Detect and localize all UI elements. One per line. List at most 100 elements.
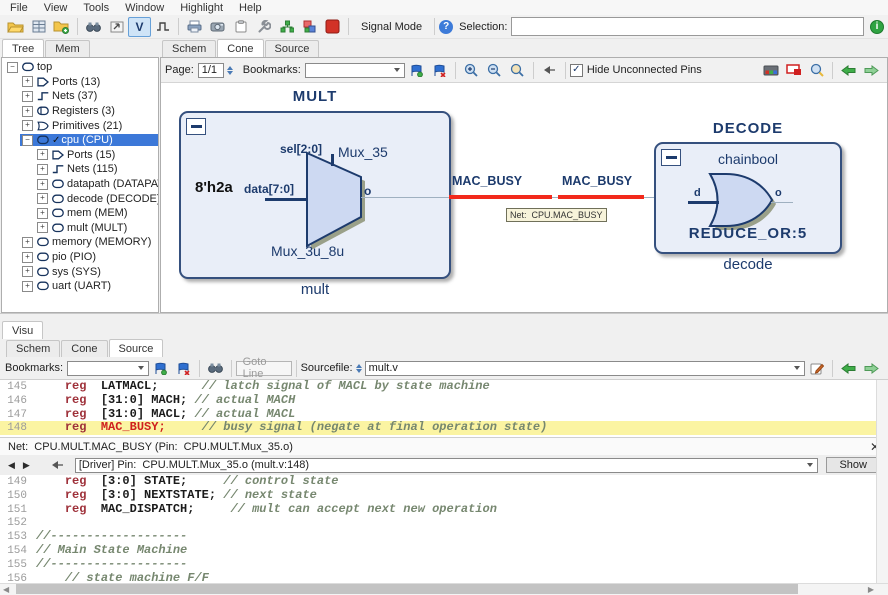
tab-visu[interactable]: Visu (2, 321, 43, 339)
export-window-icon[interactable] (105, 17, 128, 37)
src-back-icon[interactable] (837, 358, 860, 378)
tab-src-source[interactable]: Source (109, 339, 164, 357)
clipboard-icon[interactable] (229, 17, 252, 37)
help-icon[interactable]: ? (439, 20, 453, 34)
scroll-left-icon[interactable]: ◀ (3, 584, 9, 595)
verdi-v-icon[interactable]: V (128, 17, 151, 37)
menu-help[interactable]: Help (231, 2, 270, 14)
page-value[interactable]: 1/1 (198, 63, 224, 78)
sourcefile-spinner[interactable] (356, 364, 362, 373)
menu-view[interactable]: View (36, 2, 76, 14)
tree-item-datapath[interactable]: +datapath (DATAPATH) (2, 177, 158, 192)
wrench-icon[interactable] (252, 17, 275, 37)
green-tree-icon[interactable] (275, 17, 298, 37)
delete-bookmark-icon[interactable] (428, 60, 451, 80)
hide-pins-checkbox[interactable]: ✓ (570, 64, 583, 77)
bookmarks-dropdown[interactable] (305, 63, 405, 78)
schematic-canvas[interactable]: MULT sel[2:0] Mux_35 8'h2a data[7:0] o M… (161, 83, 875, 312)
menu-tools[interactable]: Tools (75, 2, 117, 14)
page-spinner[interactable] (227, 66, 233, 75)
zoom-in-icon[interactable] (460, 60, 483, 80)
tree-item-ports[interactable]: +Ports (15) (2, 148, 158, 163)
menu-file[interactable]: File (2, 2, 36, 14)
zoom-select-icon[interactable] (805, 60, 828, 80)
stop-red-icon[interactable] (321, 17, 344, 37)
tree-item-mem[interactable]: +mem (MEM) (2, 206, 158, 221)
menu-highlight[interactable]: Highlight (172, 2, 231, 14)
tree-expander-icon[interactable]: + (37, 193, 48, 204)
code-line-149[interactable]: 149 reg [3:0] STATE; // control state (0, 475, 876, 489)
source-code-upper[interactable]: 145 reg LATMACL; // latch signal of MACL… (0, 380, 876, 437)
tree-item-cpu[interactable]: −✓cpu (CPU) (2, 133, 158, 148)
red-frame-icon[interactable] (782, 60, 805, 80)
tree-expander-icon[interactable]: + (37, 149, 48, 160)
menu-window[interactable]: Window (117, 2, 172, 14)
src-bookmarks-dropdown[interactable] (67, 361, 149, 376)
code-line-153[interactable]: 153//------------------- (0, 530, 876, 544)
sourcefile-dropdown[interactable]: mult.v (365, 361, 805, 376)
fanin-trace-icon[interactable] (538, 60, 561, 80)
code-line-145[interactable]: 145 reg LATMACL; // latch signal of MACL… (0, 380, 876, 394)
tab-src-cone[interactable]: Cone (61, 340, 107, 357)
add-bookmark-icon[interactable] (405, 60, 428, 80)
selection-input[interactable] (511, 17, 864, 36)
next-driver-icon[interactable]: ▶ (23, 460, 30, 471)
src-delete-bookmark-icon[interactable] (172, 358, 195, 378)
zoom-out-icon[interactable] (483, 60, 506, 80)
driver-dropdown[interactable]: [Driver] Pin: CPU.MULT.Mux_35.o (mult.v:… (75, 458, 819, 473)
prev-driver-icon[interactable]: ◀ (8, 460, 15, 471)
signal-mode-button[interactable]: Signal Mode (353, 20, 430, 34)
waveform-icon[interactable] (151, 17, 174, 37)
tree-item-decode[interactable]: +decode (DECODE) (2, 191, 158, 206)
tree-item-pio[interactable]: +pio (PIO) (2, 250, 158, 265)
vertical-scrollbar[interactable]: ▼ (876, 380, 888, 583)
code-line-150[interactable]: 150 reg [3:0] NEXTSTATE; // next state (0, 489, 876, 503)
tree-expander-icon[interactable]: − (22, 135, 33, 146)
tab-src-schem[interactable]: Schem (6, 340, 60, 357)
zoom-fit-icon[interactable] (506, 60, 529, 80)
code-line-148[interactable]: 148 reg MAC_BUSY; // busy signal (negate… (0, 421, 876, 435)
tree-item-primitives[interactable]: +Primitives (21) (2, 118, 158, 133)
hierarchy-table-icon[interactable] (27, 17, 50, 37)
tree-expander-icon[interactable]: + (37, 222, 48, 233)
code-line-155[interactable]: 155//------------------- (0, 558, 876, 572)
src-forward-icon[interactable] (860, 358, 883, 378)
open-folder-icon[interactable] (4, 17, 27, 37)
tree-item-sys[interactable]: +sys (SYS) (2, 264, 158, 279)
add-folder-icon[interactable] (50, 17, 73, 37)
tree-expander-icon[interactable]: + (37, 179, 48, 190)
src-add-bookmark-icon[interactable] (149, 358, 172, 378)
snapshot-icon[interactable] (206, 17, 229, 37)
tab-source[interactable]: Source (265, 40, 320, 57)
tree-item-nets[interactable]: +Nets (115) (2, 162, 158, 177)
show-button[interactable]: Show (826, 457, 880, 473)
scroll-right-icon[interactable]: ▶ (868, 584, 874, 595)
tab-cone[interactable]: Cone (217, 39, 263, 57)
tab-tree[interactable]: Tree (2, 39, 44, 57)
tree-expander-icon[interactable]: + (22, 237, 33, 248)
binoculars-icon[interactable] (82, 17, 105, 37)
forward-icon[interactable] (860, 60, 883, 80)
edit-source-icon[interactable] (805, 358, 828, 378)
code-line-147[interactable]: 147 reg [31:0] MACL; // actual MACL (0, 408, 876, 422)
source-code-lower[interactable]: 149 reg [3:0] STATE; // control state150… (0, 475, 876, 583)
mult-collapse-button[interactable] (186, 118, 206, 135)
tab-schem[interactable]: Schem (162, 40, 216, 57)
tree-expander-icon[interactable]: − (7, 62, 18, 73)
tree-item-mult[interactable]: +mult (MULT) (2, 221, 158, 236)
trace-driver-icon[interactable] (46, 455, 69, 475)
code-line-152[interactable]: 152 (0, 516, 876, 530)
code-line-154[interactable]: 154// Main State Machine (0, 544, 876, 558)
tab-mem[interactable]: Mem (45, 40, 89, 57)
palette-icon[interactable] (759, 60, 782, 80)
tree-expander-icon[interactable]: + (37, 208, 48, 219)
tree-expander-icon[interactable]: + (22, 266, 33, 277)
tree-item-ports[interactable]: +Ports (13) (2, 75, 158, 90)
tree-item-nets[interactable]: +Nets (37) (2, 89, 158, 104)
tree-item-memory[interactable]: +memory (MEMORY) (2, 235, 158, 250)
tree-expander-icon[interactable]: + (22, 91, 33, 102)
horizontal-scroll-thumb[interactable] (16, 584, 798, 594)
printer-icon[interactable] (183, 17, 206, 37)
tree-expander-icon[interactable]: + (22, 281, 33, 292)
blocks-icon[interactable] (298, 17, 321, 37)
